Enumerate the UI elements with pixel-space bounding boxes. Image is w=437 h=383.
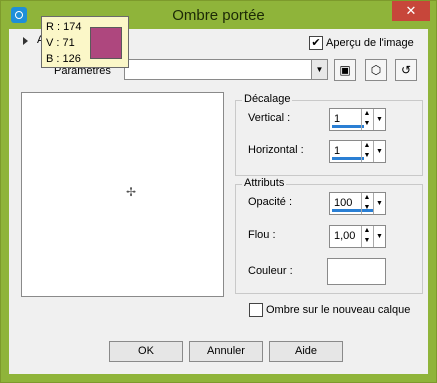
opacity-value: 100 [334, 197, 353, 209]
vertical-value: 1 [334, 113, 341, 125]
shadow-layer-checkbox[interactable] [249, 303, 263, 317]
spin-arrows-icon[interactable]: ▲ ▼ [361, 193, 372, 214]
ok-button[interactable]: OK [109, 341, 183, 362]
dialog-body: A ✔Aperçu de l'image Paramètres ▼ ▣ ⬡ ↺ … [9, 29, 428, 374]
params-dropdown[interactable] [124, 59, 319, 80]
vertical-slider-bar[interactable] [332, 125, 364, 128]
color-label: Couleur : [248, 265, 293, 277]
color-tooltip: R : 174 V : 71 B : 126 [41, 16, 129, 68]
tooltip-values: R : 174 V : 71 B : 126 [46, 19, 81, 67]
shadow-color-swatch[interactable] [327, 258, 386, 285]
vertical-spinbox[interactable]: 1 ▲ ▼ ▼ [329, 108, 386, 131]
opacity-label: Opacité : [248, 196, 293, 208]
horizontal-spinbox[interactable]: 1 ▲ ▼ ▼ [329, 140, 386, 163]
horizontal-value: 1 [334, 145, 341, 157]
cancel-button[interactable]: Annuler [189, 341, 263, 362]
close-button[interactable]: ✕ [392, 1, 430, 21]
shadow-layer-label: Ombre sur le nouveau calque [266, 304, 411, 316]
blur-value: 1,00 [334, 230, 356, 242]
dialog-window: Ombre portée ✕ A ✔Aperçu de l'image Para… [0, 0, 437, 383]
chevron-down-icon[interactable]: ▼ [373, 193, 385, 214]
reset-icon[interactable]: ↺ [395, 59, 417, 81]
tooltip-v-value: V : 71 [46, 37, 75, 49]
preview-checkbox-label: Aperçu de l'image [326, 37, 414, 49]
expand-arrow-icon[interactable] [23, 37, 28, 45]
tooltip-color-swatch [90, 27, 122, 59]
spin-arrows-icon[interactable]: ▲ ▼ [361, 226, 372, 247]
preview-checkbox-group[interactable]: ✔ Aperçu de l'image [309, 36, 414, 50]
offset-group-title: Décalage [242, 93, 293, 105]
blur-label: Flou : [248, 229, 276, 241]
preview-area[interactable]: ✢ [21, 92, 224, 297]
offset-group: Décalage Vertical : 1 ▲ ▼ ▼ Horizontal : … [235, 93, 423, 176]
attributes-group: Attributs Opacité : 100 ▲ ▼ ▼ Flou : 1,00… [235, 177, 423, 294]
opacity-spinbox[interactable]: 100 ▲ ▼ ▼ [329, 192, 386, 215]
tooltip-b-value: B : 126 [46, 53, 81, 65]
shadow-layer-checkbox-group[interactable]: Ombre sur le nouveau calque [249, 303, 410, 317]
chevron-down-icon[interactable]: ▼ [373, 226, 385, 247]
preview-checkbox[interactable]: ✔ [309, 36, 323, 50]
tooltip-r-value: R : 174 [46, 21, 82, 33]
spin-arrows-icon[interactable]: ▲ ▼ [361, 109, 372, 130]
vertical-label: Vertical : [248, 112, 291, 124]
chevron-down-icon[interactable]: ▼ [311, 59, 328, 80]
save-preset-icon[interactable]: ▣ [334, 59, 356, 81]
spin-arrows-icon[interactable]: ▲ ▼ [361, 141, 372, 162]
chevron-down-icon[interactable]: ▼ [373, 141, 385, 162]
horizontal-label: Horizontal : [248, 144, 304, 156]
navigator-crosshair-icon[interactable]: ✢ [126, 185, 136, 199]
randomize-icon[interactable]: ⬡ [365, 59, 387, 81]
blur-spinbox[interactable]: 1,00 ▲ ▼ ▼ [329, 225, 386, 248]
chevron-down-icon[interactable]: ▼ [373, 109, 385, 130]
attributes-group-title: Attributs [242, 177, 287, 189]
help-button[interactable]: Aide [269, 341, 343, 362]
horizontal-slider-bar[interactable] [332, 157, 364, 160]
